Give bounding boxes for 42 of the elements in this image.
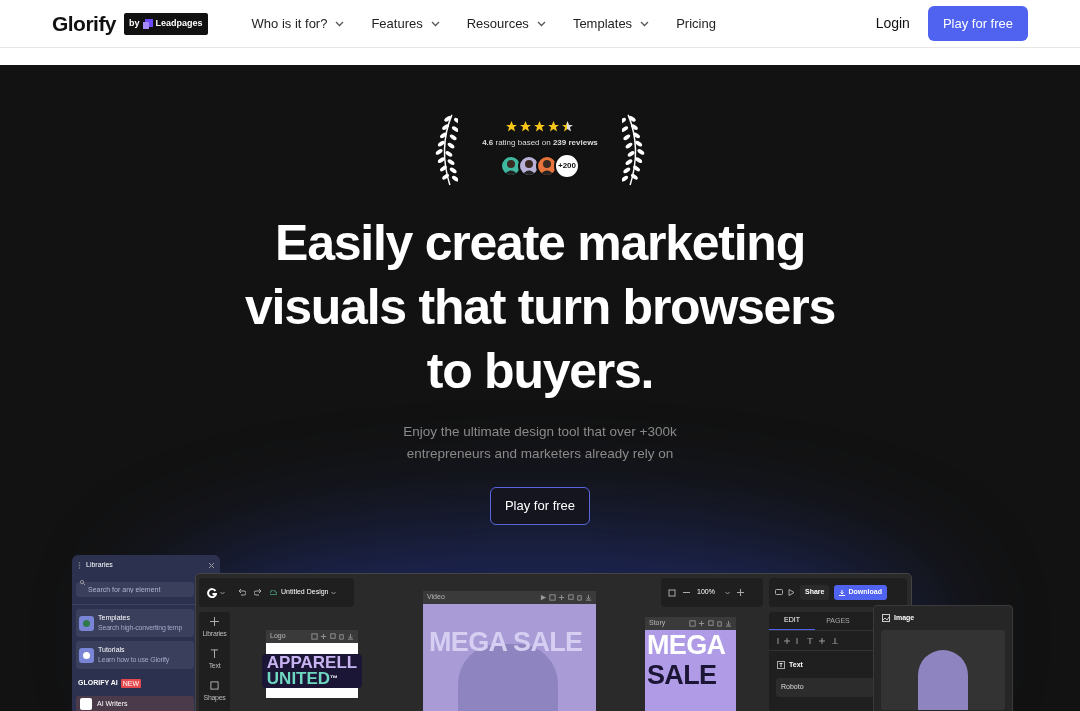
chevron-down-icon xyxy=(219,590,225,595)
download-icon[interactable] xyxy=(725,620,732,627)
headline: Easily create marketing visuals that turn browsers to buyers. xyxy=(244,214,836,401)
close-icon[interactable] xyxy=(209,562,214,568)
nav-link[interactable]: Resources xyxy=(466,13,546,34)
partner-badge: by Leadpages xyxy=(124,12,208,35)
review-count: +200 xyxy=(554,152,580,179)
square-icon xyxy=(210,680,219,690)
cloud-icon xyxy=(270,590,277,595)
fit-screen-icon[interactable] xyxy=(668,588,676,597)
logo[interactable]: Glorify xyxy=(52,7,116,40)
sale-headline: MEGA SALE xyxy=(429,626,583,659)
text-icon xyxy=(777,661,785,670)
plus-icon[interactable] xyxy=(736,589,744,596)
app-logo-icon[interactable] xyxy=(206,587,217,598)
play-for-free-button[interactable]: Play for free xyxy=(489,487,591,525)
text-icon xyxy=(210,648,219,658)
sale-headline: SALE xyxy=(647,660,718,690)
comment-icon[interactable] xyxy=(775,589,783,596)
plus-icon[interactable] xyxy=(558,594,565,601)
nav-link[interactable]: Features xyxy=(371,13,440,34)
image-icon xyxy=(882,614,890,622)
download-icon[interactable] xyxy=(585,594,592,601)
rating-text: 4.6 rating based on 239 reviews xyxy=(482,136,598,149)
sale-headline: MEGA xyxy=(647,630,727,660)
plus-icon xyxy=(210,616,219,626)
login-link[interactable]: Login xyxy=(875,13,910,34)
nav-link[interactable]: Pricing xyxy=(676,13,716,34)
plus-icon[interactable] xyxy=(698,620,705,627)
chevron-down-icon xyxy=(331,590,337,595)
play-for-free-button[interactable]: Play for free xyxy=(927,6,1028,41)
chevron-down-icon xyxy=(724,590,730,595)
nav-link[interactable]: Who is it for? xyxy=(251,13,345,34)
subtitle: Enjoy the ultimate design tool that over +300k entrepreneurs and marketers already rely on xyxy=(402,423,678,463)
plus-icon[interactable] xyxy=(320,633,327,640)
redo-icon[interactable] xyxy=(254,588,262,597)
download-icon[interactable] xyxy=(347,633,354,640)
minus-icon[interactable] xyxy=(683,589,690,596)
nav-link[interactable]: Templates xyxy=(572,13,650,34)
undo-icon[interactable] xyxy=(238,588,246,597)
drag-handle-icon[interactable] xyxy=(78,561,81,569)
download-icon xyxy=(839,589,846,596)
